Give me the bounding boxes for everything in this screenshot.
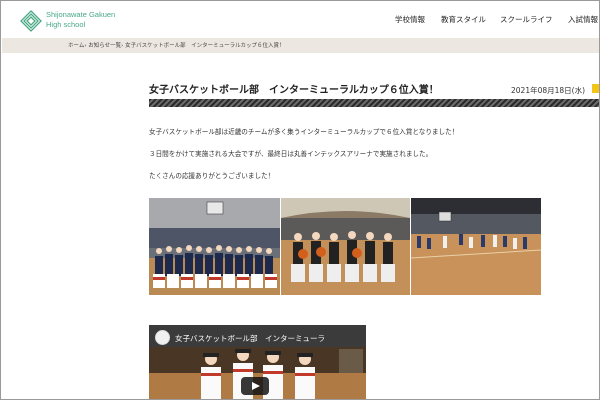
- nav-education-style[interactable]: 教育スタイル: [441, 14, 486, 25]
- team-photo-2: [281, 198, 410, 295]
- play-triangle-icon: [252, 382, 260, 390]
- site-header: Shijonawate Gakuen High school 学校情報 教育スタ…: [2, 2, 599, 38]
- category-tag: [592, 84, 599, 93]
- article-paragraph: 女子バスケットボール部は近畿のチームが多く集うインターミューラルカップで６位入賞…: [149, 128, 459, 136]
- breadcrumb[interactable]: ホーム› お知らせ一覧› 女子バスケットボール部 インターミューラルカップ６位入…: [68, 41, 284, 49]
- nav-school-info[interactable]: 学校情報: [395, 14, 425, 25]
- site-logo-text[interactable]: Shijonawate Gakuen High school: [46, 10, 115, 30]
- nav-school-life[interactable]: スクールライフ: [500, 14, 553, 25]
- court-photo: [411, 198, 541, 295]
- video-embed[interactable]: 女子バスケットボール部 インターミューラ: [149, 325, 366, 399]
- post-date: 2021年08月18日(水): [511, 86, 586, 95]
- page-title: 女子バスケットボール部 インターミューラルカップ６位入賞！: [149, 85, 439, 96]
- nav-admission-info[interactable]: 入試情報: [568, 14, 598, 25]
- logo-line-2: High school: [46, 20, 86, 29]
- breadcrumb-bar: ホーム› お知らせ一覧› 女子バスケットボール部 インターミューラルカップ６位入…: [2, 38, 599, 53]
- channel-avatar[interactable]: [155, 330, 170, 345]
- play-icon[interactable]: [241, 377, 269, 395]
- article-paragraph: たくさんの応援ありがとうございました！: [149, 172, 275, 180]
- logo-line-1: Shijonawate Gakuen: [46, 10, 116, 19]
- video-title[interactable]: 女子バスケットボール部 インターミューラ: [175, 333, 325, 344]
- title-divider: [149, 99, 599, 107]
- school-emblem-icon[interactable]: [20, 10, 42, 32]
- team-photo-1: [149, 198, 280, 295]
- article-paragraph: ３日間をかけて実施される大会ですが、最終日は丸善インテックスアリーナで実施されま…: [149, 150, 433, 158]
- page-frame: Shijonawate Gakuen High school 学校情報 教育スタ…: [0, 0, 600, 400]
